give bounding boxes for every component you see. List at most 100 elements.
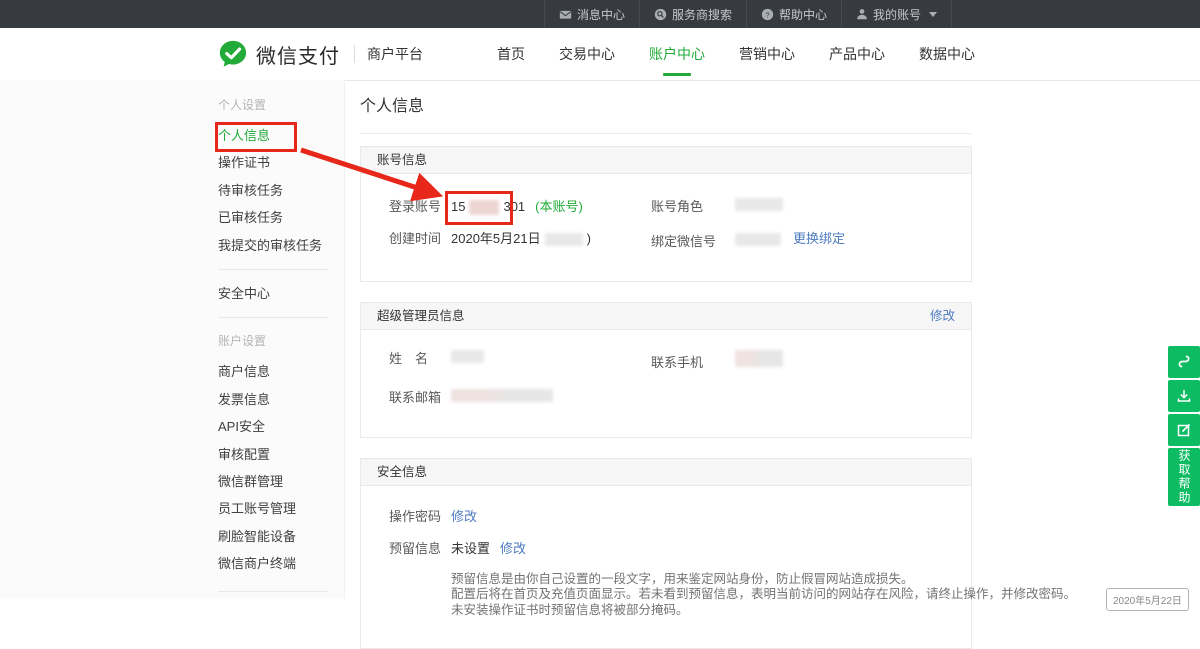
- edit-icon: [1176, 422, 1192, 438]
- reserved-info-status: 未设置: [451, 540, 490, 558]
- operation-password-row: 操作密码 修改: [389, 508, 955, 526]
- current-account-tag: (本账号): [535, 198, 583, 216]
- help-center-label: 帮助中心: [779, 6, 827, 23]
- sidebar: 个人设置 个人信息 操作证书 待审核任务 已审核任务 我提交的审核任务 安全中心…: [0, 80, 345, 599]
- message-center-menu-item[interactable]: 消息中心: [544, 0, 639, 28]
- chevron-down-icon: [929, 12, 937, 17]
- account-info-panel-body: 登录账号 15 301 (本账号) 账号角色 创建时间: [361, 174, 971, 281]
- reserved-info-row: 预留信息 未设置 修改: [389, 540, 955, 558]
- sidebar-item-staff-account-management[interactable]: 员工账号管理: [218, 495, 344, 522]
- admin-name-field: 姓 名: [389, 350, 651, 372]
- sidebar-item-pending-review-tasks[interactable]: 待审核任务: [218, 177, 344, 204]
- help-center-menu-item[interactable]: ? 帮助中心: [746, 0, 841, 28]
- top-utility-bar: 消息中心 服务商搜索 ? 帮助中心 我的账号: [0, 0, 1200, 28]
- rebind-link[interactable]: 更换绑定: [793, 230, 845, 248]
- my-account-menu-item[interactable]: 我的账号: [841, 0, 952, 28]
- active-tab-underline: [663, 73, 691, 76]
- download-button[interactable]: [1168, 380, 1200, 412]
- sidebar-item-wechat-merchant-terminal[interactable]: 微信商户终端: [218, 550, 344, 577]
- account-row-1: 登录账号 15 301 (本账号) 账号角色: [389, 198, 955, 216]
- sidebar-item-personal-info[interactable]: 个人信息: [218, 122, 344, 149]
- operation-password-edit-link[interactable]: 修改: [451, 508, 477, 526]
- created-time-label: 创建时间: [389, 230, 451, 248]
- created-time-value: 2020年5月21日 ): [451, 230, 591, 248]
- redacted-admin-email: [451, 389, 553, 402]
- link-icon: [1176, 354, 1192, 370]
- admin-name-label: 姓 名: [389, 350, 451, 368]
- sidebar-item-security-center[interactable]: 安全中心: [218, 280, 344, 307]
- top-utility-menu: 消息中心 服务商搜索 ? 帮助中心 我的账号: [544, 0, 952, 28]
- quick-link-button[interactable]: [1168, 346, 1200, 378]
- nav-marketing-center[interactable]: 营销中心: [739, 28, 795, 80]
- get-help-button[interactable]: 获取帮助: [1168, 448, 1200, 506]
- admin-email-label: 联系邮箱: [389, 389, 451, 407]
- bound-wechat-field: 绑定微信号 更换绑定: [651, 230, 913, 251]
- admin-row-2: 联系邮箱: [389, 389, 955, 407]
- super-admin-edit-link[interactable]: 修改: [930, 303, 955, 329]
- my-account-label: 我的账号: [873, 6, 921, 23]
- nav-transaction-center[interactable]: 交易中心: [559, 28, 615, 80]
- redacted-admin-name: [451, 350, 484, 363]
- admin-row-1: 姓 名 联系手机: [389, 350, 955, 372]
- primary-nav: 首页 交易中心 账户中心 营销中心 产品中心 数据中心: [497, 28, 975, 80]
- bound-wechat-label: 绑定微信号: [651, 233, 735, 251]
- message-center-label: 消息中心: [577, 6, 625, 23]
- sidebar-divider: [218, 317, 328, 318]
- security-info-panel-title: 安全信息: [377, 459, 427, 485]
- account-row-2: 创建时间 2020年5月21日 ) 绑定微信号 更换绑定: [389, 230, 955, 251]
- mail-icon: [559, 8, 572, 21]
- login-account-field: 登录账号 15 301 (本账号): [389, 198, 651, 216]
- account-info-panel: 账号信息 登录账号 15 301 (本账号) 账号角色: [360, 146, 972, 282]
- floating-toolbar: 获取帮助: [1168, 346, 1200, 506]
- sidebar-item-face-smart-device[interactable]: 刷脸智能设备: [218, 523, 344, 550]
- super-admin-panel-body: 姓 名 联系手机 联系邮箱: [361, 330, 971, 437]
- redacted-admin-phone: [735, 350, 783, 367]
- nav-account-center[interactable]: 账户中心: [649, 28, 705, 80]
- service-provider-search-menu-item[interactable]: 服务商搜索: [639, 0, 746, 28]
- sidebar-heading-account-settings: 账户设置: [218, 328, 344, 354]
- question-icon: ?: [761, 8, 774, 21]
- operation-password-field: 操作密码 修改: [389, 508, 955, 526]
- sidebar-item-wechat-group-management[interactable]: 微信群管理: [218, 468, 344, 495]
- account-info-panel-title: 账号信息: [377, 147, 427, 173]
- super-admin-panel-header: 超级管理员信息 修改: [361, 303, 971, 330]
- sidebar-item-my-submitted-review-tasks[interactable]: 我提交的审核任务: [218, 232, 344, 259]
- security-info-panel: 安全信息 操作密码 修改 预留信息 未设置 修改: [360, 458, 972, 649]
- reserved-info-edit-link[interactable]: 修改: [500, 540, 526, 558]
- sidebar-item-invoice-info[interactable]: 发票信息: [218, 386, 344, 413]
- nav-data-center[interactable]: 数据中心: [919, 28, 975, 80]
- portal-name: 商户平台: [367, 44, 423, 64]
- sidebar-item-reviewed-tasks[interactable]: 已审核任务: [218, 204, 344, 231]
- service-provider-search-label: 服务商搜索: [672, 6, 732, 23]
- date-tooltip: 2020年5月22日: [1106, 588, 1189, 611]
- main-content: 个人信息 账号信息 登录账号 15 301 (本账号) 账号角色: [360, 80, 972, 649]
- account-role-field: 账号角色: [651, 198, 913, 216]
- sidebar-item-review-config[interactable]: 审核配置: [218, 441, 344, 468]
- feedback-button[interactable]: [1168, 414, 1200, 446]
- brand[interactable]: 微信支付 商户平台: [218, 28, 423, 80]
- admin-phone-field: 联系手机: [651, 350, 913, 372]
- reserved-info-field: 预留信息 未设置 修改: [389, 540, 955, 558]
- sidebar-item-merchant-info[interactable]: 商户信息: [218, 358, 344, 385]
- page-title: 个人信息: [360, 95, 972, 119]
- brand-name: 微信支付: [256, 40, 340, 69]
- login-account-value: 15 301 (本账号): [451, 198, 583, 216]
- page-header: 微信支付 商户平台 首页 交易中心 账户中心 营销中心 产品中心 数据中心: [0, 28, 1200, 81]
- created-time-field: 创建时间 2020年5月21日 ): [389, 230, 651, 251]
- super-admin-panel-title: 超级管理员信息: [377, 303, 465, 329]
- redacted-login-digits: [469, 200, 499, 215]
- admin-email-field: 联系邮箱: [389, 389, 955, 407]
- wechat-pay-logo-icon: [218, 39, 248, 69]
- user-icon: [856, 8, 868, 20]
- account-role-label: 账号角色: [651, 198, 735, 216]
- sidebar-item-api-security[interactable]: API安全: [218, 413, 344, 440]
- reserved-info-label: 预留信息: [389, 540, 451, 558]
- security-info-panel-body: 操作密码 修改 预留信息 未设置 修改 预留信息是由你自己设置的一段文字，用来鉴…: [361, 486, 971, 649]
- sidebar-divider: [218, 269, 328, 270]
- sidebar-heading-personal-settings: 个人设置: [218, 92, 344, 118]
- nav-product-center[interactable]: 产品中心: [829, 28, 885, 80]
- reserved-info-description: 预留信息是由你自己设置的一段文字，用来鉴定网站身份，防止假冒网站造成损失。 配置…: [451, 572, 955, 619]
- nav-home[interactable]: 首页: [497, 28, 525, 80]
- sidebar-item-operation-certificate[interactable]: 操作证书: [218, 149, 344, 176]
- redacted-wechat-id: [735, 233, 781, 246]
